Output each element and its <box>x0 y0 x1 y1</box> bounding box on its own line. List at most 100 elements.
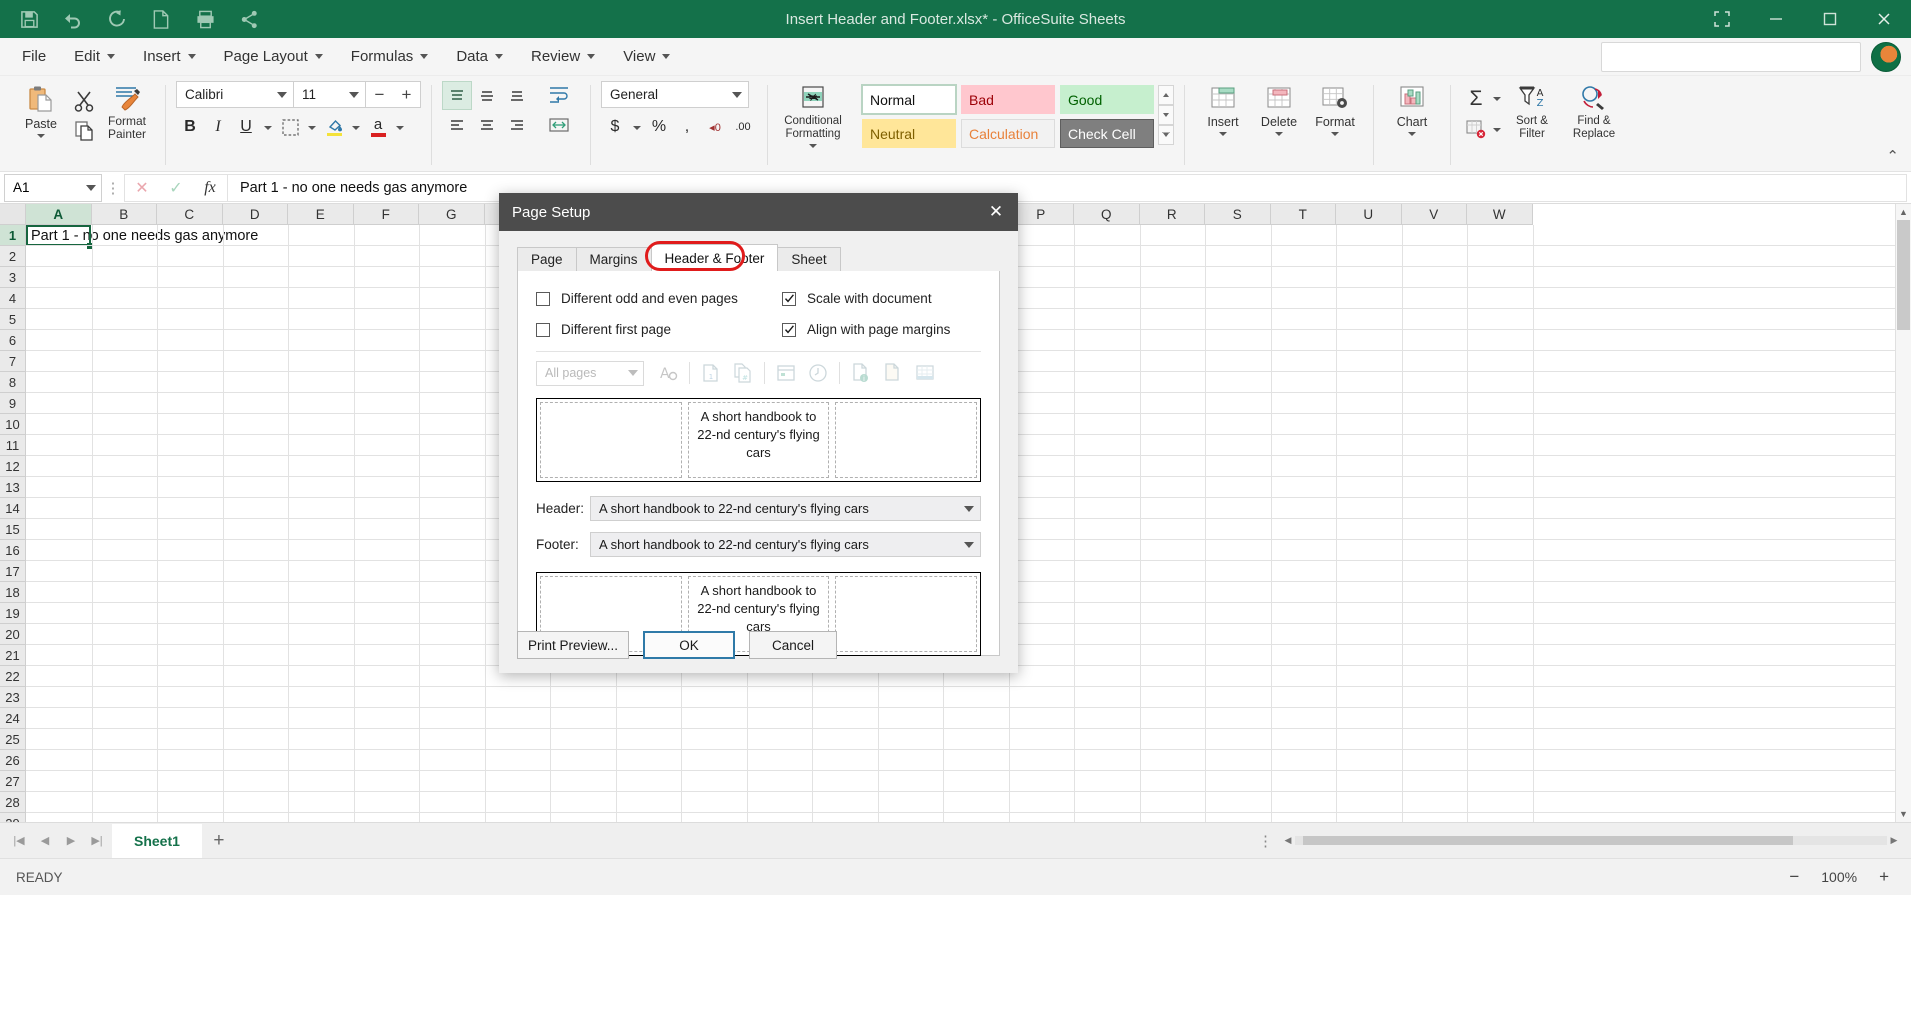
increase-font-button[interactable]: + <box>393 86 420 103</box>
delete-cells-button[interactable]: Delete <box>1251 81 1307 136</box>
row-header-24[interactable]: 24 <box>0 708 25 729</box>
number-format-select[interactable]: General <box>601 81 749 108</box>
h-scroll-track[interactable] <box>1295 836 1887 845</box>
underline-options-button[interactable] <box>260 113 276 141</box>
column-header-a[interactable]: A <box>26 204 92 224</box>
row-header-13[interactable]: 13 <box>0 477 25 498</box>
column-header-e[interactable]: E <box>288 204 354 224</box>
menu-edit[interactable]: Edit <box>60 43 129 70</box>
horizontal-scrollbar[interactable]: ◀ ▶ <box>1281 834 1901 848</box>
row-header-1[interactable]: 1 <box>0 225 25 246</box>
chevron-down-icon[interactable] <box>1493 96 1501 101</box>
menu-formulas[interactable]: Formulas <box>337 43 443 70</box>
font-color-options-button[interactable] <box>392 113 408 141</box>
column-header-s[interactable]: S <box>1205 204 1271 224</box>
close-icon[interactable] <box>1857 0 1911 38</box>
column-header-p[interactable]: P <box>1009 204 1074 224</box>
conditional-formatting-button[interactable]: ≠ Conditional Formatting <box>778 81 848 148</box>
name-box[interactable]: A1 <box>4 173 102 202</box>
find-replace-button[interactable]: Find & Replace <box>1563 81 1625 141</box>
row-header-4[interactable]: 4 <box>0 288 25 309</box>
chart-button[interactable]: Chart <box>1384 81 1440 136</box>
font-family-select[interactable]: Calibri <box>176 81 294 108</box>
formula-bar-drag-handle[interactable]: ⋮ <box>102 179 124 197</box>
file-name-icon[interactable] <box>877 357 909 389</box>
column-header-d[interactable]: D <box>223 204 288 224</box>
formula-input[interactable]: Part 1 - no one needs gas anymore <box>228 173 1907 202</box>
header-preview[interactable]: A short handbook to 22-nd century's flyi… <box>536 398 981 482</box>
cut-button[interactable] <box>69 87 99 115</box>
sheet-name-icon[interactable] <box>909 357 941 389</box>
row-header-21[interactable]: 21 <box>0 645 25 666</box>
column-header-g[interactable]: G <box>419 204 485 224</box>
borders-button[interactable] <box>276 113 304 141</box>
file-path-icon[interactable]: i <box>845 357 877 389</box>
styles-scroll-up-button[interactable] <box>1158 85 1174 105</box>
dialog-close-button[interactable]: ✕ <box>974 193 1018 231</box>
style-bad[interactable]: Bad <box>961 85 1055 114</box>
search-input[interactable] <box>1601 41 1861 72</box>
column-header-u[interactable]: U <box>1336 204 1402 224</box>
row-header-25[interactable]: 25 <box>0 729 25 750</box>
column-header-f[interactable]: F <box>354 204 419 224</box>
font-size-select[interactable]: 11 <box>294 81 366 108</box>
row-header-8[interactable]: 8 <box>0 372 25 393</box>
style-neutral[interactable]: Neutral <box>862 119 956 148</box>
currency-button[interactable]: $ <box>601 113 629 141</box>
copy-button[interactable] <box>69 117 99 145</box>
row-header-16[interactable]: 16 <box>0 540 25 561</box>
increase-decimal-button[interactable]: ◂0 <box>701 113 729 141</box>
format-cells-button[interactable]: Format <box>1307 81 1363 136</box>
last-sheet-button[interactable]: ▶| <box>86 830 108 852</box>
styles-scroll-down-button[interactable] <box>1158 105 1174 125</box>
currency-options-button[interactable] <box>629 113 645 141</box>
sheet-options-button[interactable]: ⋮ <box>1258 832 1281 850</box>
column-header-b[interactable]: B <box>92 204 157 224</box>
pages-scope-select[interactable]: All pages <box>536 360 644 386</box>
row-header-11[interactable]: 11 <box>0 435 25 456</box>
insert-function-button[interactable]: fx <box>193 175 227 201</box>
first-sheet-button[interactable]: |◀ <box>8 830 30 852</box>
add-sheet-button[interactable]: + <box>202 826 236 856</box>
header-preview-center[interactable]: A short handbook to 22-nd century's flyi… <box>687 402 830 478</box>
date-icon[interactable] <box>770 357 802 389</box>
fullscreen-icon[interactable] <box>1695 0 1749 38</box>
menu-page-layout[interactable]: Page Layout <box>210 43 337 70</box>
new-document-icon[interactable] <box>142 2 180 36</box>
underline-button[interactable]: U <box>232 113 260 141</box>
fill-color-options-button[interactable] <box>348 113 364 141</box>
prev-sheet-button[interactable]: ◀ <box>34 830 56 852</box>
scroll-thumb[interactable] <box>1897 220 1910 330</box>
align-middle-button[interactable] <box>472 81 502 110</box>
column-header-v[interactable]: V <box>1402 204 1467 224</box>
menu-insert[interactable]: Insert <box>129 43 210 70</box>
header-preview-left[interactable] <box>540 402 682 478</box>
align-left-button[interactable] <box>442 110 472 139</box>
comma-button[interactable]: , <box>673 113 701 141</box>
row-header-3[interactable]: 3 <box>0 267 25 288</box>
percent-button[interactable]: % <box>645 113 673 141</box>
format-text-icon[interactable]: A <box>652 357 684 389</box>
row-header-9[interactable]: 9 <box>0 393 25 414</box>
tab-margins[interactable]: Margins <box>575 247 652 271</box>
row-header-6[interactable]: 6 <box>0 330 25 351</box>
checkbox-different-first-page[interactable]: Different first page <box>536 322 782 337</box>
italic-button[interactable]: I <box>204 113 232 141</box>
tab-header-footer[interactable]: Header & Footer <box>650 244 779 271</box>
row-header-29[interactable]: 29 <box>0 813 25 822</box>
cancel-formula-button[interactable]: ✕ <box>125 175 159 201</box>
scroll-up-button[interactable]: ▲ <box>1896 204 1911 220</box>
share-icon[interactable] <box>230 2 268 36</box>
decrease-font-button[interactable]: − <box>366 86 393 103</box>
row-header-2[interactable]: 2 <box>0 246 25 267</box>
select-all-corner[interactable] <box>0 204 26 225</box>
row-header-28[interactable]: 28 <box>0 792 25 813</box>
row-header-19[interactable]: 19 <box>0 603 25 624</box>
borders-options-button[interactable] <box>304 113 320 141</box>
avatar[interactable] <box>1871 41 1901 72</box>
style-normal[interactable]: Normal <box>862 85 956 114</box>
row-header-22[interactable]: 22 <box>0 666 25 687</box>
header-select[interactable]: A short handbook to 22-nd century's flyi… <box>590 496 981 521</box>
clear-button[interactable] <box>1461 115 1491 143</box>
row-header-17[interactable]: 17 <box>0 561 25 582</box>
